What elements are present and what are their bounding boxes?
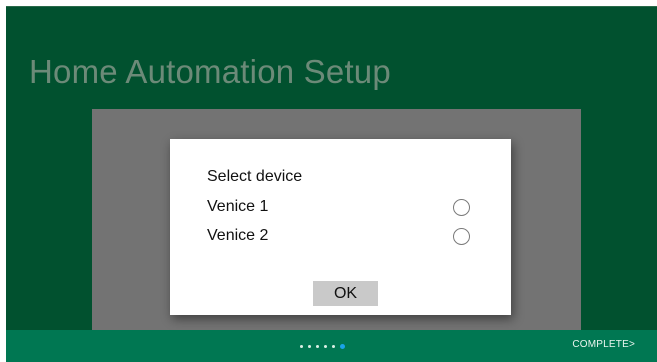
page-dot xyxy=(316,345,319,348)
dialog-title: Select device xyxy=(207,168,303,185)
ok-button[interactable]: OK xyxy=(313,281,378,306)
page-title: Home Automation Setup xyxy=(29,53,391,90)
radio-button[interactable] xyxy=(453,199,470,216)
bottom-navigation-bar: COMPLETE> xyxy=(6,330,657,362)
device-option-label: Venice 2 xyxy=(207,227,269,244)
page-dot xyxy=(332,345,335,348)
complete-button[interactable]: COMPLETE> xyxy=(572,339,635,350)
radio-button[interactable] xyxy=(453,228,470,245)
select-device-dialog: Select device Venice 1 Venice 2 OK xyxy=(170,139,511,315)
page-dot-active xyxy=(340,344,345,349)
app-window: Home Automation Setup Select device Veni… xyxy=(6,6,657,362)
page-dot xyxy=(308,345,311,348)
device-option-venice-2[interactable]: Venice 2 xyxy=(170,226,511,250)
page-indicator xyxy=(300,344,345,349)
page-dot xyxy=(300,345,303,348)
device-option-label: Venice 1 xyxy=(207,198,269,215)
device-option-venice-1[interactable]: Venice 1 xyxy=(170,197,511,221)
page-dot xyxy=(324,345,327,348)
